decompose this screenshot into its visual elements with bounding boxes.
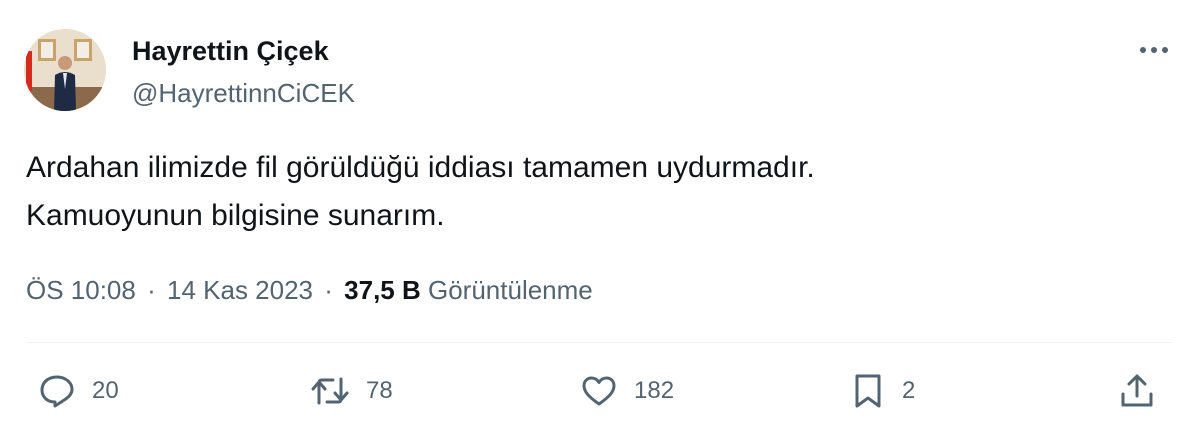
bookmark-icon: [855, 374, 881, 408]
share-button[interactable]: [1118, 369, 1156, 413]
retweet-icon: [311, 377, 349, 405]
reply-count: 20: [92, 377, 119, 404]
tweet-text-line: Kamuoyunun bilgisine sunarım.: [26, 199, 445, 232]
retweet-count: 78: [366, 377, 393, 404]
views-label: Görüntülenme: [428, 275, 593, 305]
tweet-card: Hayrettin Çiçek @HayrettinnCiCEK Ardahan…: [0, 0, 1200, 431]
more-dots-icon: [1140, 47, 1168, 53]
author-name[interactable]: Hayrettin Çiçek: [132, 34, 329, 68]
reply-button[interactable]: 20: [38, 369, 119, 413]
tweet-time[interactable]: ÖS 10:08: [26, 275, 136, 305]
meta-separator: ·: [147, 275, 156, 305]
views-count[interactable]: 37,5 B: [344, 275, 421, 305]
more-button[interactable]: [1134, 30, 1174, 70]
tweet-meta: ÖS 10:08 · 14 Kas 2023 · 37,5 B Görüntül…: [26, 272, 593, 308]
bookmark-count: 2: [902, 377, 916, 404]
heart-icon: [582, 376, 616, 406]
meta-separator: ·: [324, 275, 333, 305]
tweet-text: Ardahan ilimizde fil görüldüğü iddiası t…: [26, 144, 1166, 240]
tweet-date[interactable]: 14 Kas 2023: [167, 275, 313, 305]
avatar-image: [24, 29, 106, 111]
reply-bubble-icon: [40, 375, 74, 408]
share-upload-icon: [1121, 374, 1153, 407]
avatar[interactable]: [24, 29, 106, 111]
like-count: 182: [634, 377, 675, 404]
tweet-text-line: Ardahan ilimizde fil görüldüğü iddiası t…: [26, 151, 815, 184]
like-button[interactable]: 182: [580, 369, 674, 413]
bookmark-button[interactable]: 2: [850, 369, 915, 413]
divider: [26, 342, 1172, 343]
author-handle[interactable]: @HayrettinnCiCEK: [132, 76, 355, 110]
retweet-button[interactable]: 78: [310, 369, 393, 413]
